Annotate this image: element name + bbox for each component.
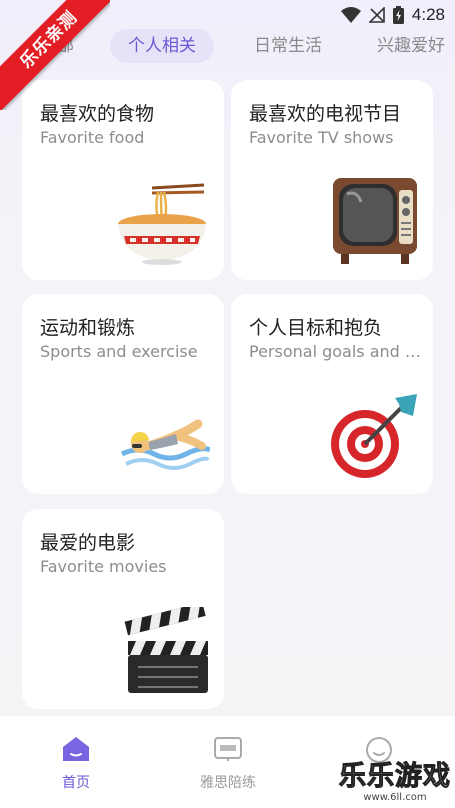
status-time: 4:28 <box>411 5 445 24</box>
watermark-url: www.6ll.com <box>363 792 427 803</box>
nav-ielts-label: 雅思陪练 <box>200 775 256 791</box>
status-icons: 4:28 <box>340 5 445 25</box>
card-subtitle: Sports and exercise <box>40 342 198 361</box>
tab-daily-life[interactable]: 日常生活 <box>254 29 322 63</box>
tab-hobbies[interactable]: 兴趣爱好 <box>377 29 445 63</box>
clapperboard-icon <box>124 607 208 693</box>
dart-target-icon <box>331 394 417 478</box>
test-ribbon: 乐乐亲测 <box>0 0 110 110</box>
card-subtitle: Personal goals and … <box>249 342 421 361</box>
topic-card-tv[interactable]: 最喜欢的电视节目 Favorite TV shows <box>231 80 433 280</box>
card-subtitle: Favorite food <box>40 128 145 147</box>
nav-ielts-practice[interactable]: 雅思陪练 <box>173 736 283 792</box>
swimmer-icon <box>120 419 210 470</box>
nav-home-label: 首页 <box>62 775 90 791</box>
noodle-bowl-icon <box>118 183 206 265</box>
card-title: 个人目标和抱负 <box>249 317 383 339</box>
tab-personal[interactable]: 个人相关 <box>110 29 214 63</box>
card-title: 最爱的电影 <box>40 532 136 554</box>
topic-card-goals[interactable]: 个人目标和抱负 Personal goals and … <box>231 294 433 494</box>
card-subtitle: Favorite movies <box>40 557 167 576</box>
nav-home[interactable]: 首页 <box>21 736 131 792</box>
topic-card-food[interactable]: 最喜欢的食物 Favorite food <box>22 80 224 280</box>
topic-card-sports[interactable]: 运动和锻炼 Sports and exercise <box>22 294 224 494</box>
battery-icon <box>392 6 404 24</box>
no-signal-icon <box>368 7 385 23</box>
wifi-icon <box>340 7 361 23</box>
card-title: 最喜欢的电视节目 <box>249 103 402 125</box>
watermark: 乐乐游戏 www.6ll.com <box>337 761 453 806</box>
card-title: 运动和锻炼 <box>40 317 136 339</box>
home-icon <box>63 737 89 761</box>
card-subtitle: Favorite TV shows <box>249 128 394 147</box>
topic-card-movies[interactable]: 最爱的电影 Favorite movies <box>22 509 224 709</box>
profile-icon <box>366 737 392 763</box>
ribbon-wrapper: 乐乐亲测 <box>0 0 110 110</box>
television-icon <box>333 178 417 264</box>
bottom-navigation: 首页 雅思陪练 乐乐游戏 www.6ll.com <box>0 716 455 808</box>
watermark-text: 乐乐游戏 <box>339 761 451 792</box>
ielts-book-icon <box>214 737 242 761</box>
